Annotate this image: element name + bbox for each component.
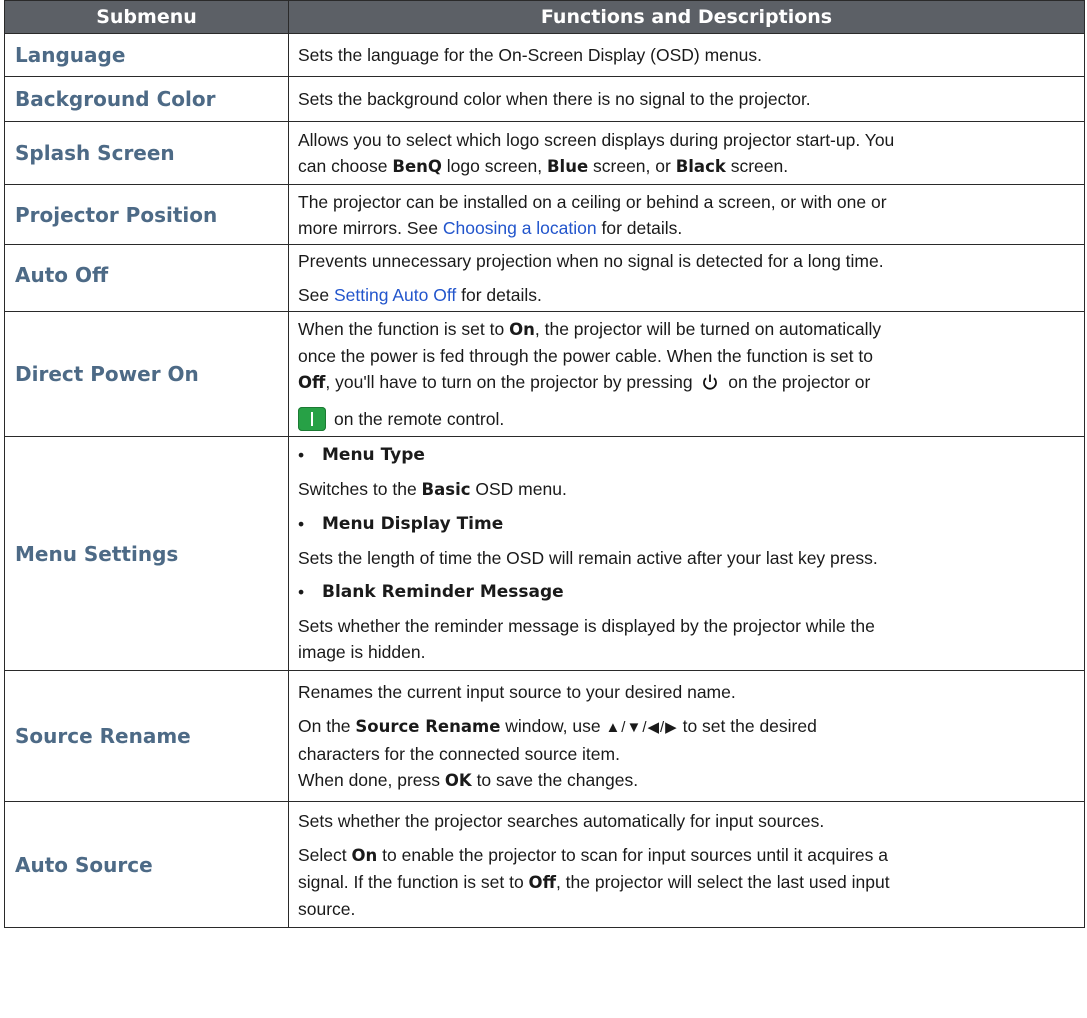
- description-text: image is hidden.: [298, 642, 426, 662]
- description-text: source.: [298, 898, 356, 919]
- description-cell: Sets whether the projector searches auto…: [288, 801, 1085, 928]
- description-text: signal. If the function is set to Off, t…: [298, 871, 890, 892]
- description-cell: Prevents unnecessary projection when no …: [288, 244, 1085, 312]
- description-text: When done, press OK to save the changes.: [298, 769, 639, 790]
- description-text: The projector can be installed on a ceil…: [298, 191, 887, 212]
- table-row: Source Rename Renames the current input …: [4, 670, 1085, 802]
- description-text: Select On to enable the projector to sca…: [298, 844, 888, 865]
- submenu-direct-power-on: Direct Power On: [4, 311, 289, 437]
- bullet-item: • Menu Display Time: [298, 514, 504, 534]
- description-text: Sets whether the projector searches auto…: [298, 810, 825, 831]
- description-cell: Sets the language for the On-Screen Disp…: [288, 33, 1085, 77]
- remote-power-button-icon: [298, 407, 326, 431]
- description-text: Sets whether the reminder message is dis…: [298, 616, 875, 636]
- submenu-auto-off: Auto Off: [4, 244, 289, 312]
- submenu-menu-settings: Menu Settings: [4, 436, 289, 671]
- description-text: Sets the background color when there is …: [298, 89, 811, 109]
- description-text: more mirrors. See Choosing a location fo…: [298, 217, 683, 238]
- description-text: characters for the connected source item…: [298, 743, 620, 764]
- bullet-item: • Blank Reminder Message: [298, 582, 564, 602]
- description-text: on the remote control.: [298, 406, 1076, 432]
- submenu-auto-source: Auto Source: [4, 801, 289, 928]
- submenu-background-color: Background Color: [4, 76, 289, 122]
- submenu-projector-position: Projector Position: [4, 184, 289, 245]
- description-text: Switches to the Basic OSD menu.: [298, 479, 567, 499]
- description-text: Renames the current input source to your…: [298, 681, 736, 702]
- table-row: Background Color Sets the background col…: [4, 76, 1085, 122]
- table-row: Auto Off Prevents unnecessary projection…: [4, 244, 1085, 312]
- table-row: Language Sets the language for the On-Sc…: [4, 33, 1085, 77]
- header-submenu: Submenu: [4, 0, 289, 34]
- osd-settings-table: Submenu Functions and Descriptions Langu…: [4, 0, 1085, 928]
- description-text: Allows you to select which logo screen d…: [298, 129, 895, 150]
- choosing-location-link[interactable]: Choosing a location: [443, 218, 597, 238]
- submenu-splash-screen: Splash Screen: [4, 121, 289, 185]
- table-row: Direct Power On When the function is set…: [4, 311, 1085, 437]
- submenu-source-rename: Source Rename: [4, 670, 289, 802]
- power-icon: [701, 372, 719, 398]
- description-cell: • Menu Type Switches to the Basic OSD men…: [288, 436, 1085, 671]
- table-row: Auto Source Sets whether the projector s…: [4, 801, 1085, 928]
- description-cell: The projector can be installed on a ceil…: [288, 184, 1085, 245]
- table-header-row: Submenu Functions and Descriptions: [4, 0, 1085, 34]
- description-text: See Setting Auto Off for details.: [298, 285, 542, 305]
- table-row: Projector Position The projector can be …: [4, 184, 1085, 245]
- header-functions: Functions and Descriptions: [288, 0, 1085, 34]
- description-text: Prevents unnecessary projection when no …: [298, 251, 884, 271]
- submenu-language: Language: [4, 33, 289, 77]
- bullet-item: • Menu Type: [298, 445, 425, 465]
- description-text: can choose BenQ logo screen, Blue screen…: [298, 155, 789, 176]
- description-cell: Sets the background color when there is …: [288, 76, 1085, 122]
- description-cell: Allows you to select which logo screen d…: [288, 121, 1085, 185]
- description-text: On the Source Rename window, use ▲/▼/◀/▶…: [298, 715, 817, 736]
- table-row: Splash Screen Allows you to select which…: [4, 121, 1085, 185]
- description-text: Sets the language for the On-Screen Disp…: [298, 45, 762, 65]
- description-text: Sets the length of time the OSD will rem…: [298, 548, 878, 568]
- setting-auto-off-link[interactable]: Setting Auto Off: [334, 285, 456, 305]
- description-text: Off, you'll have to turn on the projecto…: [298, 369, 1076, 398]
- description-text: once the power is fed through the power …: [298, 346, 873, 366]
- arrow-keys-icon: ▲/▼/◀/▶: [605, 718, 678, 736]
- description-cell: Renames the current input source to your…: [288, 670, 1085, 802]
- table-row: Menu Settings • Menu Type Switches to the…: [4, 436, 1085, 671]
- description-text: When the function is set to On, the proj…: [298, 319, 882, 339]
- description-cell: When the function is set to On, the proj…: [288, 311, 1085, 437]
